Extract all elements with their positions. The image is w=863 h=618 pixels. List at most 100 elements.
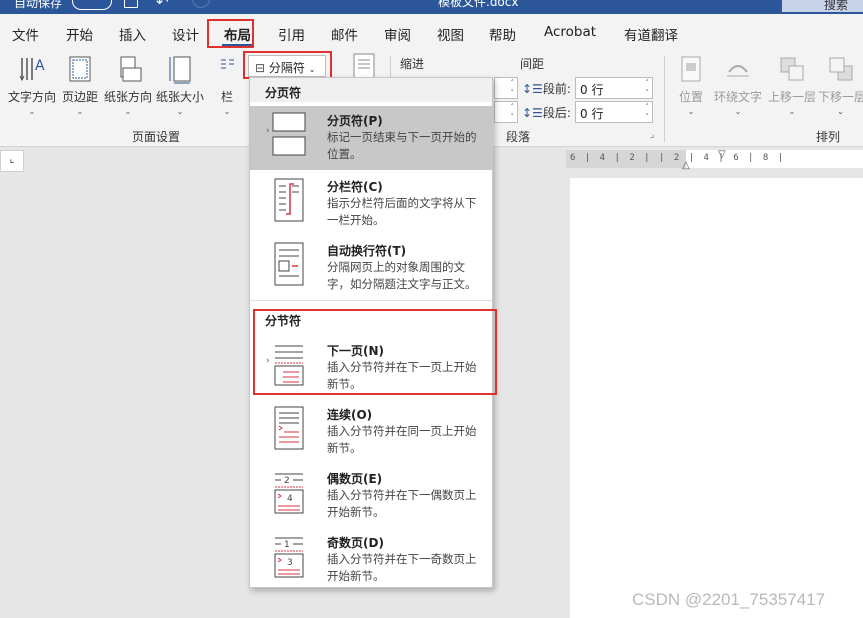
column-break-icon — [274, 178, 304, 222]
text-wrapping-break-title: 自动换行符(T) — [327, 244, 407, 258]
spacing-before-input[interactable]: 0 行 ˄ ˅ — [575, 77, 653, 99]
size-label: 纸张大小 — [155, 90, 204, 104]
search-box[interactable]: 搜索 — [782, 0, 863, 12]
chevron-down-icon: ⌄ — [734, 107, 742, 116]
menu-item-continuous[interactable]: 连续(O) 插入分节符并在同一页上开始新节。 — [250, 400, 492, 464]
page-breaks-header: 分页符 — [250, 78, 492, 102]
columns-icon — [221, 59, 234, 69]
menu-item-text-wrapping-break[interactable]: 自动换行符(T) 分隔网页上的对象周围的文字，如分隔题注文字与正文。 — [250, 236, 492, 300]
send-backward-button[interactable]: 下移一层 ⌄ — [818, 54, 863, 116]
columns-button[interactable]: 栏 ⌄ — [214, 54, 240, 116]
tab-references[interactable]: 引用 — [278, 24, 305, 44]
menu-item-odd-page[interactable]: 1 3 奇数页(D) 插入分节符并在下一奇数页上开始新节。 — [250, 528, 492, 592]
tab-home[interactable]: 开始 — [66, 24, 93, 44]
document-page[interactable] — [570, 178, 863, 618]
autosave-toggle[interactable] — [72, 0, 112, 10]
bring-forward-icon — [780, 57, 804, 81]
orientation-button[interactable]: 纸张方向 ⌄ — [102, 54, 154, 116]
tab-insert[interactable]: 插入 — [119, 24, 146, 44]
horizontal-ruler[interactable]: 6 | 4 | 2 | | 2 | 4 | 6 | 8 | ▽ △ — [566, 149, 863, 171]
tab-youdao[interactable]: 有道翻译 — [624, 24, 678, 44]
svg-text:4: 4 — [287, 494, 293, 504]
continuous-desc: 插入分节符并在同一页上开始新节。 — [327, 424, 477, 455]
bring-forward-label: 上移一层 — [767, 90, 816, 104]
svg-text:2: 2 — [284, 476, 290, 486]
column-break-desc: 指示分栏符后面的文字将从下一栏开始。 — [327, 196, 477, 227]
page-break-title: 分页符(P) — [327, 114, 383, 128]
spacing-after-value: 0 行 — [580, 107, 604, 121]
text-direction-label: 文字方向 — [7, 90, 56, 104]
watermark: CSDN @2201_75357417 — [632, 590, 826, 609]
ruler-numbers: 6 | 4 | 2 | | 2 | 4 | 6 | 8 | — [570, 153, 786, 163]
position-button[interactable]: 位置 ⌄ — [674, 54, 708, 116]
margins-icon — [69, 56, 91, 82]
tab-review[interactable]: 审阅 — [384, 24, 411, 44]
spacing-before-label: ↕☰段前: — [522, 82, 571, 96]
wrap-text-icon — [727, 65, 749, 77]
size-button[interactable]: 纸张大小 ⌄ — [154, 54, 206, 116]
highlight-box-tab — [207, 19, 254, 48]
margins-button[interactable]: 页边距 ⌄ — [60, 54, 100, 116]
spacing-after-icon: ↕☰ — [522, 106, 543, 120]
undo-icon[interactable]: ↶ — [156, 0, 169, 11]
indent-left-spinner[interactable]: ˄ ˅ — [494, 77, 518, 99]
tab-acrobat[interactable]: Acrobat — [544, 24, 596, 40]
first-line-indent-marker[interactable]: ▽ — [718, 149, 726, 160]
highlight-box-section-break — [253, 309, 497, 395]
odd-page-desc: 插入分节符并在下一奇数页上开始新节。 — [327, 552, 477, 583]
title-bar: 自动保存 ↶ 模板文件.docx 搜索 — [0, 0, 863, 14]
menu-divider — [250, 300, 492, 301]
continuous-icon — [274, 406, 304, 450]
paragraph-dialog-launcher-icon[interactable]: ⌟ — [650, 130, 654, 140]
bring-forward-button[interactable]: 上移一层 ⌄ — [766, 54, 818, 116]
menu-item-even-page[interactable]: 2 4 偶数页(E) 插入分节符并在下一偶数页上开始新节。 — [250, 464, 492, 528]
odd-page-icon: 1 3 — [274, 537, 304, 578]
send-backward-label: 下移一层 — [818, 90, 863, 104]
menu-item-page-break[interactable]: › 分页符(P) 标记一页结束与下一页开始的位置。 — [250, 106, 492, 170]
paragraph-group-label: 段落 — [506, 130, 531, 144]
selection-marker-icon: › — [266, 126, 270, 136]
text-direction-button[interactable]: A 文字方向 ⌄ — [6, 54, 58, 116]
tab-mailings[interactable]: 邮件 — [331, 24, 358, 44]
orientation-label: 纸张方向 — [103, 90, 152, 104]
svg-text:A: A — [35, 58, 45, 74]
document-title: 模板文件.docx — [438, 0, 519, 9]
ribbon-tabs: 文件 开始 插入 设计 布局 引用 邮件 审阅 视图 帮助 Acrobat 有道… — [0, 14, 863, 50]
even-page-title: 偶数页(E) — [327, 472, 383, 486]
line-numbers-icon[interactable] — [350, 52, 378, 78]
spacing-label: 间距 — [520, 57, 545, 71]
chevron-down-icon: ⌄ — [687, 107, 695, 116]
columns-label: 栏 — [220, 90, 233, 104]
orientation-icon — [120, 56, 142, 82]
text-direction-icon: A — [19, 58, 45, 82]
left-indent-marker[interactable]: △ — [682, 160, 690, 171]
autosave-label: 自动保存 — [14, 0, 63, 10]
text-wrapping-break-icon — [274, 242, 304, 286]
tab-selector[interactable]: ⌞ — [0, 150, 24, 172]
tab-view[interactable]: 视图 — [437, 24, 464, 44]
chevron-down-icon: ⌄ — [223, 107, 231, 116]
page-break-icon — [272, 112, 306, 156]
indent-right-spinner[interactable]: ˄ ˅ — [494, 101, 518, 123]
wrap-text-button[interactable]: 环绕文字 ⌄ — [712, 54, 764, 116]
menu-item-column-break[interactable]: 分栏符(C) 指示分栏符后面的文字将从下一栏开始。 — [250, 172, 492, 236]
spacing-before-icon: ↕☰ — [522, 82, 543, 96]
position-label: 位置 — [678, 90, 703, 104]
group-divider — [664, 56, 665, 142]
paper-size-icon — [169, 56, 191, 84]
redo-icon[interactable] — [192, 0, 210, 8]
spacing-after-label: ↕☰段后: — [522, 106, 571, 120]
tab-file[interactable]: 文件 — [12, 24, 39, 44]
text-wrapping-break-desc: 分隔网页上的对象周围的文字，如分隔题注文字与正文。 — [327, 260, 477, 291]
tab-help[interactable]: 帮助 — [489, 24, 516, 44]
save-icon[interactable] — [124, 0, 138, 8]
chevron-down-icon: ⌄ — [837, 107, 844, 116]
chevron-down-icon: ⌄ — [76, 107, 84, 116]
position-icon — [681, 56, 701, 82]
search-label: 搜索 — [824, 0, 849, 12]
spacing-after-input[interactable]: 0 行 ˄ ˅ — [575, 101, 653, 123]
chevron-down-icon: ⌄ — [176, 107, 184, 116]
continuous-title: 连续(O) — [327, 408, 373, 422]
tab-design[interactable]: 设计 — [172, 24, 199, 44]
column-break-title: 分栏符(C) — [327, 180, 383, 194]
